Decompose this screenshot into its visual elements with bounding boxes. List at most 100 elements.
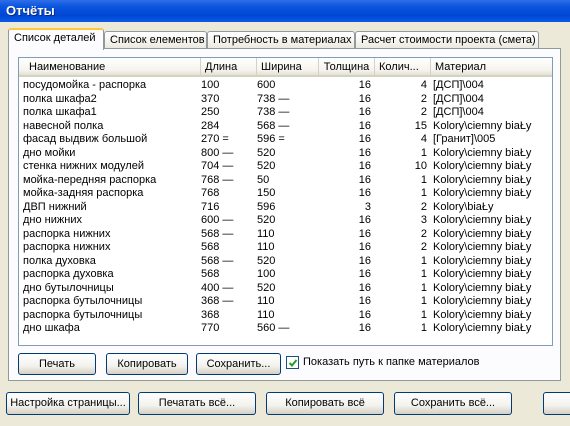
cell-quantity: 15: [414, 119, 427, 132]
table-row[interactable]: распорка духовка 568 100 16 1 Kolory\ciemny b…: [19, 268, 552, 282]
cell-thickness: 16: [358, 308, 371, 321]
table-row[interactable]: мойка-задняя распорка 768 150 16 1 Kolory\cie…: [19, 187, 552, 201]
cell-length: 250: [201, 106, 220, 118]
cell-name: полка шкафа2: [23, 92, 97, 105]
cell-quantity: 2: [420, 106, 427, 118]
cell-name: мойка-передняя распорка: [23, 173, 157, 186]
table-row[interactable]: стенка нижних модулей 704 —520 16 10 Kolory\…: [19, 160, 552, 174]
cell-name: дно мойки: [23, 146, 76, 159]
show-path-label: Показать путь к папке материалов: [303, 356, 480, 368]
cell-material: [Гранит]\005: [433, 133, 496, 145]
cell-material: Kolory\ciemny biaŁy: [433, 160, 532, 172]
cell-length: 768: [201, 187, 220, 199]
cell-thickness: 16: [358, 281, 371, 294]
cell-name: полка духовка: [23, 254, 96, 267]
cell-length: 368 —: [201, 295, 234, 307]
table-row[interactable]: дно мойки 800 —520 16 1 Kolory\ciemny biaŁy: [19, 147, 552, 161]
table-row[interactable]: фасад выдвиж большой 270 = 596 = 16 4 [Гранит…: [19, 133, 552, 147]
cell-thickness: 16: [358, 187, 371, 199]
cell-length: 568 —: [201, 227, 234, 240]
column-header-name[interactable]: Наименование: [19, 58, 201, 75]
cell-length: 770: [201, 322, 220, 334]
cell-thickness: 16: [358, 322, 371, 334]
cell-thickness: 16: [358, 295, 371, 307]
cell-name: распорка бутылочницы: [23, 295, 143, 307]
print-all-button[interactable]: Печатать всё...: [138, 392, 256, 415]
cell-thickness: 16: [358, 227, 371, 240]
table-row[interactable]: навесной полка 284 568 —16 15 Kolory\ciemny …: [19, 120, 552, 134]
column-header-length[interactable]: Длина: [201, 58, 257, 75]
table-row[interactable]: дно шкафа 770 560 —16 1 Kolory\ciemny biaŁy: [19, 322, 552, 336]
cell-material: [ДСП]\004: [433, 92, 484, 105]
column-header-quantity[interactable]: Колич...: [375, 58, 431, 75]
cell-length: 768 —: [201, 173, 234, 186]
cell-material: Kolory\ciemny biaŁy: [433, 187, 532, 199]
page-setup-button[interactable]: Настройка страницы...: [6, 392, 130, 415]
cell-thickness: 16: [358, 146, 371, 159]
column-header-material[interactable]: Материал: [431, 58, 552, 75]
cell-material: Kolory\ciemny biaŁy: [433, 119, 532, 132]
table-row[interactable]: распорка бутылочницы 368 —110 16 1 Kolory\ci…: [19, 295, 552, 309]
tab-cost-estimate[interactable]: Расчет стоимости проекта (смета): [355, 31, 539, 49]
cell-quantity: 1: [420, 187, 427, 199]
cell-quantity: 2: [420, 241, 427, 253]
copy-button[interactable]: Копировать: [106, 353, 188, 375]
cell-material: Kolory\ciemny biaŁy: [433, 214, 532, 226]
table-row[interactable]: распорка нижних 568 —110 16 2 Kolory\ciemny …: [19, 228, 552, 242]
tab-panel: Наименование Длина Ширина Толщина Колич.…: [8, 48, 561, 381]
parts-list-table[interactable]: Наименование Длина Ширина Толщина Колич.…: [18, 57, 553, 346]
table-row[interactable]: полка шкафа1 250 738 —16 2 [ДСП]\004: [19, 106, 552, 120]
table-row[interactable]: распорка бутылочницы 368 110 16 1 Kolory\ciem…: [19, 309, 552, 323]
cell-quantity: 1: [420, 254, 427, 267]
cell-length: 600 —: [201, 214, 234, 226]
print-button[interactable]: Печать: [18, 353, 96, 375]
table-row[interactable]: полка духовка 568 —520 16 1 Kolory\ciemny bi…: [19, 255, 552, 269]
cell-name: стенка нижних модулей: [23, 160, 144, 172]
column-header-thickness[interactable]: Толщина: [319, 58, 375, 75]
cell-length: 800 —: [201, 146, 234, 159]
cell-quantity: 1: [420, 322, 427, 334]
table-row[interactable]: дно бутылочницы 400 —520 16 1 Kolory\ciemny …: [19, 282, 552, 296]
table-row[interactable]: полка шкафа2 370 738 —16 2 [ДСП]\004: [19, 93, 552, 107]
table-row[interactable]: дно нижних 600 —520 16 3 Kolory\ciemny biaŁy: [19, 214, 552, 228]
show-path-checkbox[interactable]: [286, 356, 299, 369]
cell-quantity: 3: [420, 214, 427, 226]
save-button[interactable]: Сохранить...: [196, 353, 281, 375]
cell-length: 568 —: [201, 254, 234, 267]
tab-elements-list[interactable]: Список елементов: [104, 31, 207, 49]
cell-thickness: 16: [358, 254, 371, 267]
cell-material: Kolory\ciemny biaŁy: [433, 268, 532, 280]
copy-all-button[interactable]: Копировать всё: [266, 392, 384, 415]
save-all-button[interactable]: Сохранить всё...: [394, 392, 512, 415]
cell-length: 716: [201, 200, 220, 213]
table-row[interactable]: мойка-передняя распорка 768 —50 16 1 Kolory\…: [19, 174, 552, 188]
cell-material: Kolory\ciemny biaŁy: [433, 308, 532, 321]
tab-strip: Список деталей Список елементов Потребно…: [8, 27, 568, 50]
tab-parts-list[interactable]: Список деталей: [8, 28, 104, 50]
cell-material: [ДСП]\004: [433, 106, 484, 118]
cell-quantity: 1: [420, 281, 427, 294]
cell-thickness: 16: [358, 119, 371, 132]
cell-length: 400 —: [201, 281, 234, 294]
cell-quantity: 4: [420, 79, 427, 91]
cell-material: Kolory\biaŁy: [433, 200, 494, 213]
cell-name: дно бутылочницы: [23, 281, 114, 294]
cell-name: распорка бутылочницы: [23, 308, 143, 321]
tab-material-needs[interactable]: Потребность в материалах: [207, 31, 355, 49]
table-body: посудомойка - распорка 100 600 16 4 [ДСП]\004…: [19, 79, 552, 336]
table-row[interactable]: посудомойка - распорка 100 600 16 4 [ДСП]\004: [19, 79, 552, 93]
cell-name: распорка духовка: [23, 268, 114, 280]
column-header-width[interactable]: Ширина: [257, 58, 319, 75]
cell-quantity: 1: [420, 146, 427, 159]
window-title: Отчёты: [0, 0, 570, 22]
cell-name: навесной полка: [23, 119, 104, 132]
cell-material: Kolory\ciemny biaŁy: [433, 281, 532, 294]
cell-thickness: 16: [358, 92, 371, 105]
cell-thickness: 16: [358, 214, 371, 226]
cell-material: Kolory\ciemny biaŁy: [433, 173, 532, 186]
table-row[interactable]: ДВП нижний 716 596 3 2 Kolory\biaŁy: [19, 201, 552, 215]
cell-name: фасад выдвиж большой: [23, 133, 148, 145]
close-button[interactable]: [543, 392, 570, 415]
cell-length: 568: [201, 241, 220, 253]
table-row[interactable]: распорка нижних 568 110 16 2 Kolory\ciemny bi…: [19, 241, 552, 255]
